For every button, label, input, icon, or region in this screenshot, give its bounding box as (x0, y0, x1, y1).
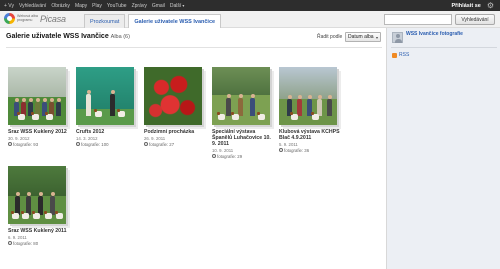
album-date: 10. 9. 2011 (212, 148, 234, 153)
search-input[interactable] (384, 14, 452, 25)
album-photo-count: fotografie: 93 (8, 142, 72, 147)
album-photo-count: fotografie: 36 (279, 148, 343, 153)
album-count: Alba (6) (110, 34, 130, 40)
photo-count-text: fotografie: 80 (13, 240, 39, 246)
google-bar: + Vy Vyhledávání Obrázky Mapy Play YouTu… (0, 0, 500, 11)
album-photo-count: fotografie: 80 (8, 241, 72, 246)
avatar[interactable] (392, 32, 403, 43)
album-photo-count: fotografie: 100 (76, 142, 140, 147)
sidebar: WSS Ivančice fotografie RSS (386, 28, 500, 269)
globe-icon (8, 241, 12, 245)
globe-icon (279, 148, 283, 152)
album-date: 5. 9. 2011 (279, 142, 298, 147)
gbar-link-youtube[interactable]: YouTube (107, 3, 127, 9)
album-photo-count: fotografie: 29 (212, 154, 276, 159)
photo-count-text: fotografie: 36 (284, 147, 310, 153)
globe-icon (8, 142, 12, 146)
album-date: 30. 9. 2012 (8, 136, 30, 141)
album-title[interactable]: Sraz WSS Kuklený 2012 (8, 129, 72, 135)
album-photo-count: fotografie: 27 (144, 142, 208, 147)
globe-icon (212, 154, 216, 158)
gbar-link-search[interactable]: Vyhledávání (19, 3, 46, 9)
tab-explore[interactable]: Prozkoumat (84, 14, 126, 28)
album-thumbnail[interactable] (279, 67, 337, 125)
gallery-title: Galerie uživatele WSS Ivančice (6, 33, 109, 40)
album-card[interactable]: Klubová výstava KCHPS Blač 4.9.2011 5. 9… (279, 67, 343, 153)
album-title[interactable]: Podzimní procházka (144, 129, 208, 135)
album-thumbnail[interactable] (76, 67, 134, 125)
nav-tabs: Prozkoumat Galerie uživatele WSS Ivančic… (84, 14, 222, 28)
album-card[interactable]: Crufts 2012 14. 3. 2012 fotografie: 100 (76, 67, 140, 147)
album-thumbnail[interactable] (212, 67, 270, 125)
picasa-logo[interactable]: Webová alba programu Picasa (4, 13, 66, 24)
album-thumbnail[interactable] (8, 166, 66, 224)
gbar-link-images[interactable]: Obrázky (51, 3, 70, 9)
picasa-logo-icon (4, 13, 15, 24)
photo-count-text: fotografie: 100 (81, 141, 109, 147)
sign-in-link[interactable]: Přihlásit se (451, 3, 480, 9)
globe-icon (144, 142, 148, 146)
sort-value: Datum alba (348, 34, 374, 40)
rss-link[interactable]: RSS (392, 52, 409, 58)
page-title: Galerie uživatele WSS Ivančice Alba (6) (6, 33, 130, 40)
logo-subtitle: Webová alba programu (17, 13, 38, 22)
rss-icon (392, 52, 397, 58)
sort-label: Řadit podle (317, 34, 343, 40)
chevron-down-icon: ▾ (375, 34, 378, 40)
picasa-header: Webová alba programu Picasa Prozkoumat G… (0, 11, 500, 28)
search-button[interactable]: Vyhledávání (455, 14, 495, 25)
album-title[interactable]: Sraz WSS Kuklený 2011 (8, 228, 72, 234)
gbar-link-news[interactable]: Zprávy (132, 3, 147, 9)
logo-text: Picasa (40, 13, 66, 24)
album-card[interactable]: Sraz WSS Kuklený 2012 30. 9. 2012 fotogr… (8, 67, 72, 147)
gbar-link-more[interactable]: Další (170, 3, 185, 9)
gbar-link-plus[interactable]: + Vy (4, 3, 14, 9)
gear-icon[interactable]: ⚙ (487, 1, 494, 10)
photo-count-text: fotografie: 93 (13, 141, 39, 147)
gbar-right: Přihlásit se ⚙ (451, 0, 494, 11)
gbar-link-maps[interactable]: Mapy (75, 3, 87, 9)
globe-icon (76, 142, 80, 146)
album-thumbnail[interactable] (8, 67, 66, 125)
album-date: 14. 3. 2012 (76, 136, 98, 141)
album-card[interactable]: Podzimní procházka 26. 9. 2011 fotografi… (144, 67, 208, 147)
tab-user-gallery[interactable]: Galerie uživatele WSS Ivančice (128, 14, 222, 28)
divider (391, 47, 497, 48)
main-content: Galerie uživatele WSS Ivančice Alba (6) … (0, 28, 384, 269)
album-date: 6. 9. 2011 (8, 235, 27, 240)
album-card[interactable]: Sraz WSS Kuklený 2011 6. 9. 2011 fotogra… (8, 166, 72, 246)
album-date: 26. 9. 2011 (144, 136, 166, 141)
gbar-link-gmail[interactable]: Gmail (152, 3, 165, 9)
rss-label: RSS (399, 52, 410, 58)
sort-dropdown[interactable]: Datum alba ▾ (345, 32, 381, 42)
gbar-link-play[interactable]: Play (92, 3, 102, 9)
album-thumbnail[interactable] (144, 67, 202, 125)
album-title[interactable]: Klubová výstava KCHPS Blač 4.9.2011 (279, 129, 343, 141)
album-title[interactable]: Crufts 2012 (76, 129, 140, 135)
album-card[interactable]: Speciální výstava Španělů Luhačovice 10.… (212, 67, 276, 159)
divider (6, 47, 382, 48)
photo-count-text: fotografie: 29 (217, 153, 243, 159)
owner-name-link[interactable]: WSS Ivančice fotografie (406, 31, 466, 38)
photo-count-text: fotografie: 27 (149, 141, 175, 147)
album-title[interactable]: Speciální výstava Španělů Luhačovice 10.… (212, 129, 276, 147)
